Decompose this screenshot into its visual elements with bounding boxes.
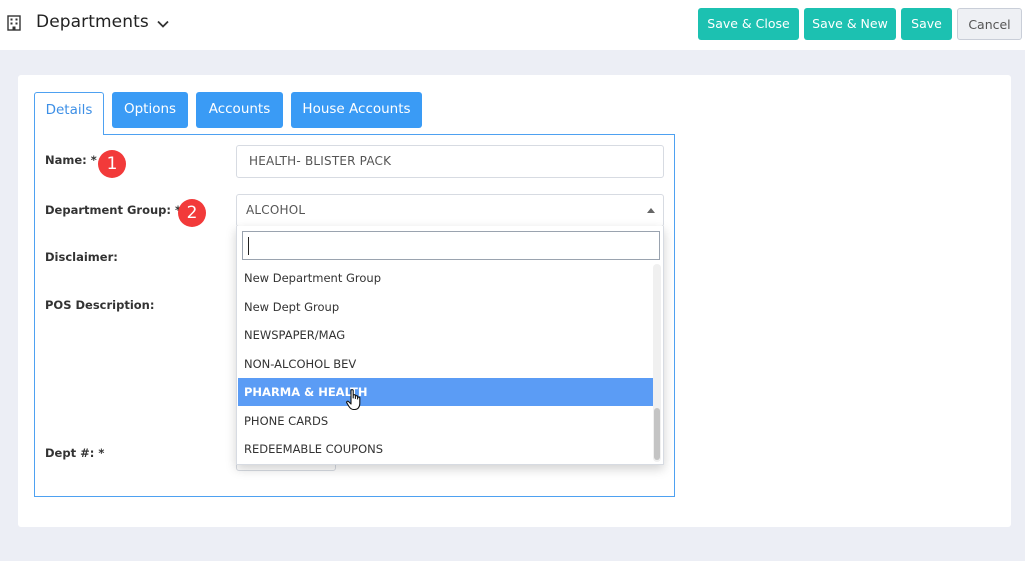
page-title: Departments	[36, 12, 149, 32]
caret-up-icon	[647, 208, 655, 213]
save-close-button[interactable]: Save & Close	[698, 8, 799, 40]
dropdown-search-input[interactable]	[242, 231, 660, 260]
hand-pointer-icon	[346, 389, 361, 411]
dropdown-option[interactable]: NEWSPAPER/MAG	[238, 321, 655, 349]
tab-details[interactable]: Details	[34, 92, 104, 135]
top-bar: Departments Save & Close Save & New Save…	[0, 0, 1025, 50]
dropdown-option[interactable]: New Dept Group	[238, 293, 655, 321]
text-cursor	[248, 237, 249, 255]
building-icon	[7, 15, 21, 31]
save-button[interactable]: Save	[901, 8, 952, 40]
scrollbar-thumb[interactable]	[654, 408, 660, 460]
step-marker-1: 1	[98, 150, 126, 178]
department-group-value: ALCOHOL	[246, 203, 306, 217]
name-input[interactable]: HEALTH- BLISTER PACK	[236, 145, 664, 178]
name-label: Name: *	[45, 153, 97, 167]
chevron-down-icon[interactable]	[156, 17, 170, 31]
department-group-select[interactable]: ALCOHOL	[236, 194, 664, 227]
disclaimer-label: Disclaimer:	[45, 250, 118, 264]
dropdown-option-highlighted[interactable]: PHARMA & HEALTH	[238, 378, 655, 406]
dropdown-scrollbar[interactable]	[653, 264, 661, 462]
cancel-button[interactable]: Cancel	[957, 8, 1022, 40]
step-marker-2: 2	[178, 199, 206, 227]
save-new-button[interactable]: Save & New	[804, 8, 896, 40]
dept-number-label: Dept #: *	[45, 446, 105, 460]
department-group-dropdown: New Department Group New Dept Group NEWS…	[236, 226, 664, 465]
dropdown-option[interactable]: NON-ALCOHOL BEV	[238, 350, 655, 378]
dropdown-option[interactable]: PHONE CARDS	[238, 407, 655, 435]
department-group-label: Department Group: *	[45, 203, 182, 217]
tab-house-accounts[interactable]: House Accounts	[291, 92, 422, 128]
tab-accounts[interactable]: Accounts	[196, 92, 283, 128]
tab-options[interactable]: Options	[112, 92, 188, 128]
pos-description-label: POS Description:	[45, 298, 155, 312]
dropdown-option[interactable]: New Department Group	[238, 264, 655, 292]
dropdown-option[interactable]: REDEEMABLE COUPONS	[238, 435, 655, 463]
